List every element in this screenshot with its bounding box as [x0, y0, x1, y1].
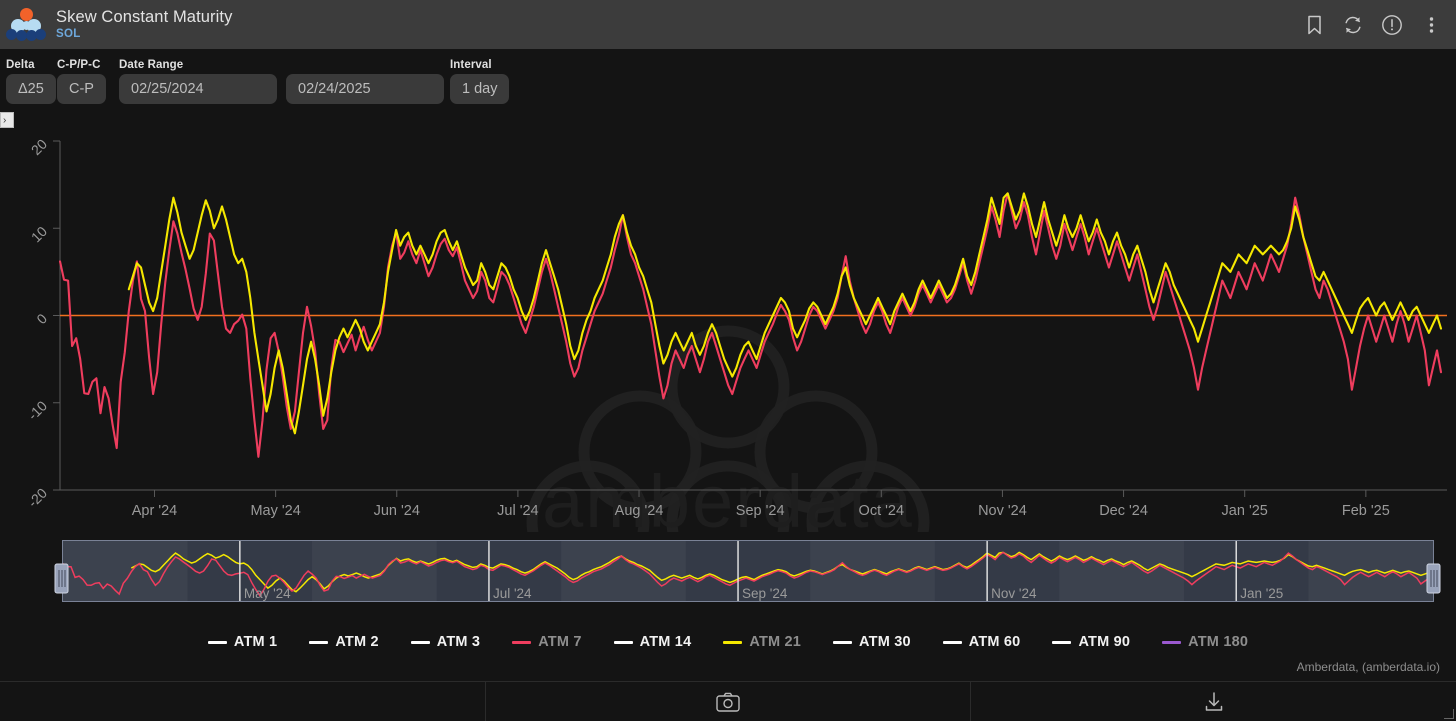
svg-text:Jul '24: Jul '24	[497, 503, 538, 519]
attribution-text: Amberdata, (amberdata.io)	[1296, 660, 1440, 674]
legend-item-atm-60[interactable]: ATM 60	[942, 634, 1021, 650]
legend-label: ATM 2	[335, 634, 379, 650]
amberdata-logo	[0, 0, 52, 49]
alert-info-icon[interactable]	[1381, 14, 1403, 36]
asset-symbol: SOL	[56, 28, 81, 40]
legend-item-atm-14[interactable]: ATM 14	[613, 634, 692, 650]
legend-label: ATM 14	[639, 634, 692, 650]
skew-line-chart[interactable]: amberdata 20 10 0 -10 -20 Apr '24 May '24 Jun …	[0, 122, 1456, 532]
legend-swatch-icon	[410, 640, 430, 644]
svg-text:Nov '24: Nov '24	[978, 503, 1027, 519]
spacer-cell	[0, 682, 486, 721]
svg-text:Oct '24: Oct '24	[859, 503, 904, 519]
range-brush[interactable]: May '24 Jul '24 Sep '24 Nov '24 Jan '25	[0, 534, 1456, 618]
legend-item-atm-90[interactable]: ATM 90	[1052, 634, 1130, 650]
cp-pc-control: C-P/P-C C-P	[57, 59, 106, 104]
legend-swatch-icon	[942, 640, 962, 644]
svg-text:Dec '24: Dec '24	[1099, 503, 1148, 519]
interval-label: Interval	[450, 59, 492, 71]
svg-text:Jan '25: Jan '25	[1240, 586, 1283, 601]
svg-text:Apr '24: Apr '24	[132, 503, 178, 519]
legend-swatch-icon	[613, 640, 633, 644]
svg-text:20: 20	[28, 136, 50, 158]
svg-text:amberdata: amberdata	[542, 460, 914, 532]
chart-area: amberdata 20 10 0 -10 -20 Apr '24 May '24 Jun …	[0, 122, 1456, 532]
brush-handle-left[interactable]	[54, 563, 69, 594]
date-range-start-input[interactable]: 02/25/2024	[119, 74, 277, 104]
download-icon	[1203, 691, 1225, 713]
cp-pc-select[interactable]: C-P	[57, 74, 106, 104]
title-bar: Skew Constant Maturity SOL	[0, 0, 1456, 49]
svg-text:Jun '24: Jun '24	[374, 503, 420, 519]
download-button[interactable]	[971, 682, 1456, 721]
resize-grip[interactable]	[1444, 709, 1454, 719]
legend-swatch-icon	[512, 640, 532, 644]
camera-icon	[716, 692, 740, 712]
title-bar-actions	[1303, 14, 1456, 36]
svg-text:10: 10	[28, 223, 50, 245]
legend-label: ATM 180	[1188, 634, 1249, 650]
bookmark-icon[interactable]	[1303, 14, 1325, 36]
filter-controls: Delta Δ25 C-P/P-C C-P Date Range 02/25/2…	[0, 49, 1456, 111]
svg-text:-20: -20	[24, 485, 50, 511]
bottom-toolbar	[0, 681, 1456, 721]
legend-swatch-icon	[207, 640, 227, 644]
page-title: Skew Constant Maturity	[56, 8, 233, 26]
legend-item-atm-21[interactable]: ATM 21	[723, 634, 801, 650]
interval-control: Interval 1 day	[450, 59, 510, 104]
svg-text:Jan '25: Jan '25	[1222, 503, 1268, 519]
amberdata-watermark: amberdata	[526, 325, 930, 532]
legend-label: ATM 60	[968, 634, 1021, 650]
legend-label: ATM 30	[859, 634, 911, 650]
legend-swatch-icon	[723, 640, 743, 644]
more-vertical-icon[interactable]	[1420, 14, 1442, 36]
svg-text:0: 0	[33, 310, 50, 327]
legend-item-atm-2[interactable]: ATM 2	[309, 634, 379, 650]
legend-label: ATM 90	[1078, 634, 1131, 650]
legend-swatch-icon	[1162, 640, 1182, 644]
svg-text:Sep '24: Sep '24	[742, 586, 788, 601]
svg-text:-10: -10	[24, 397, 50, 423]
legend-label: ATM 3	[436, 634, 481, 650]
cp-pc-label: C-P/P-C	[57, 59, 101, 71]
screenshot-button[interactable]	[486, 682, 972, 721]
series-line-atm-7	[58, 192, 1443, 458]
svg-text:Nov '24: Nov '24	[991, 586, 1037, 601]
date-range-control: Date Range 02/25/2024 02/24/2025	[119, 59, 444, 104]
legend-item-atm-3[interactable]: ATM 3	[410, 634, 481, 650]
brush-handle-right[interactable]	[1426, 563, 1441, 594]
legend-swatch-icon	[309, 640, 329, 644]
legend-label: ATM 21	[749, 634, 802, 650]
legend-item-atm-30[interactable]: ATM 30	[833, 634, 911, 650]
date-range-end-input[interactable]: 02/24/2025	[286, 74, 444, 104]
chart-series-group	[58, 192, 1443, 458]
interval-select[interactable]: 1 day	[450, 74, 510, 104]
date-range-label: Date Range	[119, 59, 184, 71]
delta-label: Delta	[6, 59, 35, 71]
legend-item-atm-180[interactable]: ATM 180	[1162, 634, 1248, 650]
svg-text:Jul '24: Jul '24	[493, 586, 532, 601]
svg-text:Feb '25: Feb '25	[1342, 503, 1390, 519]
refresh-icon[interactable]	[1342, 14, 1364, 36]
legend-item-atm-7[interactable]: ATM 7	[512, 634, 581, 650]
legend-swatch-icon	[833, 640, 853, 644]
chart-legend: ATM 1 ATM 2 ATM 3 ATM 7 ATM 14 ATM 21 ATM 30 AT…	[0, 626, 1456, 658]
legend-label: ATM 7	[538, 634, 582, 650]
legend-item-atm-1[interactable]: ATM 1	[207, 634, 278, 650]
delta-select[interactable]: Δ25	[6, 74, 56, 104]
delta-control: Delta Δ25	[6, 59, 56, 104]
skew-constant-maturity-widget: Skew Constant Maturity SOL Delta Δ25 C-P…	[0, 0, 1456, 721]
legend-label: ATM 1	[233, 634, 278, 650]
legend-swatch-icon	[1052, 640, 1072, 644]
svg-text:Sep '24: Sep '24	[736, 503, 785, 519]
svg-text:May '24: May '24	[244, 586, 291, 601]
svg-text:Aug '24: Aug '24	[615, 503, 664, 519]
y-axis: 20 10 0 -10 -20	[24, 136, 61, 511]
svg-text:May '24: May '24	[250, 503, 300, 519]
